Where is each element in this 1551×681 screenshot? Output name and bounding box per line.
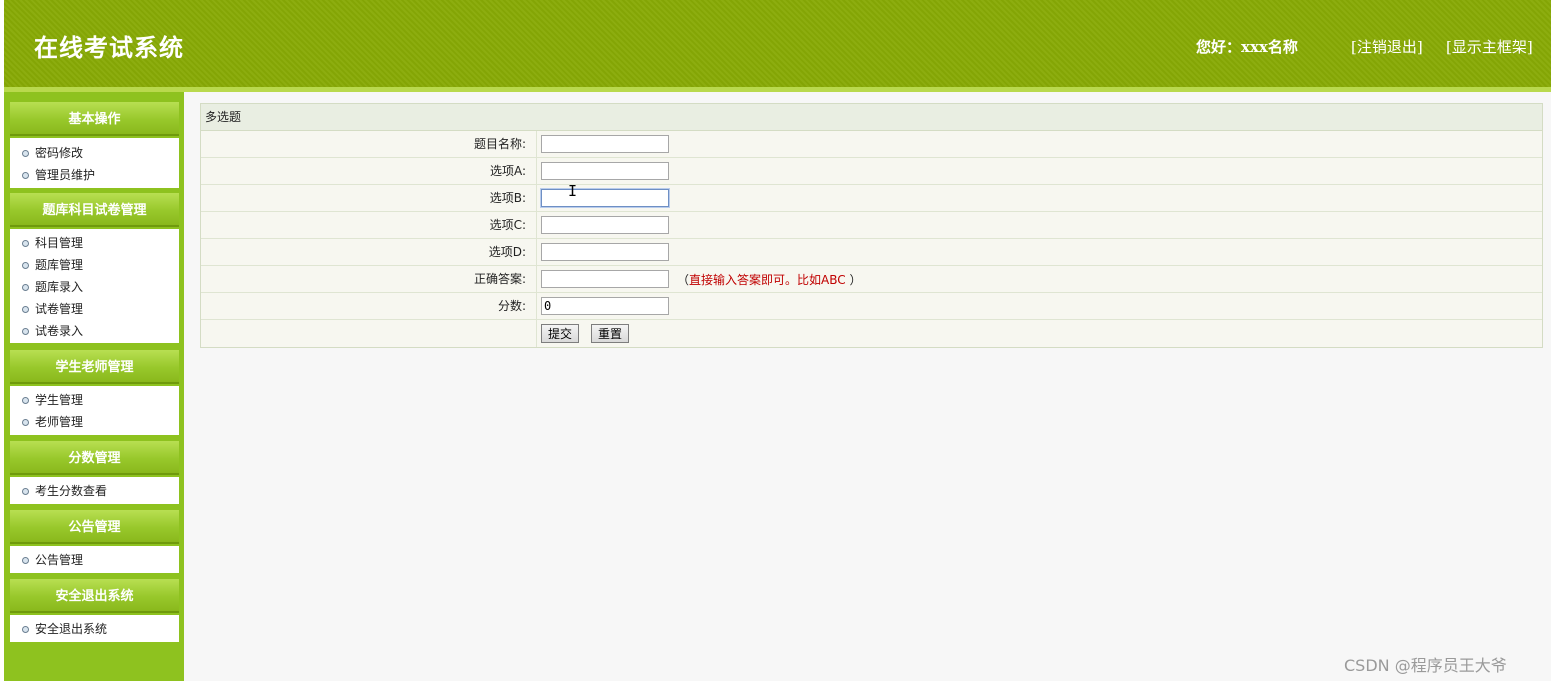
sidebar-group-question-bank-body: 科目管理 题库管理 题库录入 试卷管理 试卷录入 xyxy=(10,229,179,343)
bullet-icon xyxy=(22,172,29,179)
sidebar-item-teacher-management[interactable]: 老师管理 xyxy=(10,411,179,433)
greeting-text: 您好：xxx名称 xyxy=(1196,38,1298,56)
sidebar-item-label: 试卷管理 xyxy=(35,302,84,316)
bullet-icon xyxy=(22,240,29,247)
bullet-icon xyxy=(22,262,29,269)
bullet-icon xyxy=(22,328,29,335)
sidebar-item-label: 公告管理 xyxy=(35,553,84,567)
app-header: 在线考试系统 您好：xxx名称 [注销退出] [显示主框架] xyxy=(4,0,1551,87)
reset-button[interactable]: 重置 xyxy=(591,324,630,343)
sidebar: 基本操作 密码修改 管理员维护 题库科目试卷管理 科目管理 题库管理 题库录入 … xyxy=(4,92,184,681)
sidebar-group-basic[interactable]: 基本操作 xyxy=(10,102,179,136)
option-c-input[interactable] xyxy=(541,216,669,234)
correct-answer-input[interactable] xyxy=(541,270,669,288)
form-row-option-c: 选项C: xyxy=(201,212,1542,239)
sidebar-group-exit[interactable]: 安全退出系统 xyxy=(10,579,179,613)
question-form-panel: 多选题 题目名称: 选项A: 选项B: 选项C: 选项D: 正确答案: （直接输… xyxy=(200,103,1543,348)
sidebar-item-label: 题库管理 xyxy=(35,258,84,272)
bullet-icon xyxy=(22,626,29,633)
bullet-icon xyxy=(22,150,29,157)
sidebar-item-bank-entry[interactable]: 题库录入 xyxy=(10,276,179,298)
field-label-empty xyxy=(201,320,537,347)
form-row-option-a: 选项A: xyxy=(201,158,1542,185)
question-name-input[interactable] xyxy=(541,135,669,153)
bullet-icon xyxy=(22,397,29,404)
hint-text: 直接输入答案即可。比如ABC xyxy=(689,272,846,287)
score-input[interactable] xyxy=(541,297,669,315)
field-label: 选项B: xyxy=(201,185,537,211)
form-row-actions: 提交 重置 xyxy=(201,320,1542,347)
form-row-name: 题目名称: xyxy=(201,131,1542,158)
sidebar-item-student-management[interactable]: 学生管理 xyxy=(10,389,179,411)
sidebar-item-label: 安全退出系统 xyxy=(35,622,108,636)
bullet-icon xyxy=(22,557,29,564)
field-label: 选项D: xyxy=(201,239,537,265)
sidebar-group-notice-body: 公告管理 xyxy=(10,546,179,573)
sidebar-item-notice-management[interactable]: 公告管理 xyxy=(10,549,179,571)
watermark: CSDN @程序员王大爷 xyxy=(1344,656,1507,675)
sidebar-group-scores[interactable]: 分数管理 xyxy=(10,441,179,475)
submit-button[interactable]: 提交 xyxy=(541,324,580,343)
form-row-option-d: 选项D: xyxy=(201,239,1542,266)
sidebar-group-exit-body: 安全退出系统 xyxy=(10,615,179,642)
bullet-icon xyxy=(22,419,29,426)
sidebar-group-scores-body: 考生分数查看 xyxy=(10,477,179,504)
app-title: 在线考试系统 xyxy=(34,33,184,62)
sidebar-item-score-view[interactable]: 考生分数查看 xyxy=(10,480,179,502)
bullet-icon xyxy=(22,488,29,495)
sidebar-item-subject-management[interactable]: 科目管理 xyxy=(10,232,179,254)
option-d-input[interactable] xyxy=(541,243,669,261)
sidebar-item-paper-management[interactable]: 试卷管理 xyxy=(10,298,179,320)
sidebar-group-notice[interactable]: 公告管理 xyxy=(10,510,179,544)
hint-open-paren: （ xyxy=(677,272,690,287)
sidebar-item-label: 题库录入 xyxy=(35,280,84,294)
sidebar-group-student-teacher-body: 学生管理 老师管理 xyxy=(10,386,179,435)
field-label: 选项C: xyxy=(201,212,537,238)
hint-close-paren: ） xyxy=(849,272,862,287)
form-row-answer: 正确答案: （直接输入答案即可。比如ABC ） xyxy=(201,266,1542,293)
sidebar-item-label: 科目管理 xyxy=(35,236,84,250)
panel-title: 多选题 xyxy=(201,104,1542,131)
sidebar-group-student-teacher[interactable]: 学生老师管理 xyxy=(10,350,179,384)
option-b-input[interactable] xyxy=(541,189,669,207)
sidebar-item-paper-entry[interactable]: 试卷录入 xyxy=(10,320,179,342)
form-row-score: 分数: xyxy=(201,293,1542,320)
form-row-option-b: 选项B: xyxy=(201,185,1542,212)
sidebar-item-label: 学生管理 xyxy=(35,393,84,407)
main-content: 多选题 题目名称: 选项A: 选项B: 选项C: 选项D: 正确答案: （直接输… xyxy=(184,92,1551,681)
option-a-input[interactable] xyxy=(541,162,669,180)
bullet-icon xyxy=(22,284,29,291)
sidebar-item-label: 管理员维护 xyxy=(35,168,96,182)
sidebar-group-question-bank[interactable]: 题库科目试卷管理 xyxy=(10,193,179,227)
sidebar-item-label: 密码修改 xyxy=(35,146,84,160)
logout-link[interactable]: [注销退出] xyxy=(1351,36,1423,57)
sidebar-item-label: 考生分数查看 xyxy=(35,484,108,498)
sidebar-item-label: 试卷录入 xyxy=(35,324,84,338)
sidebar-group-basic-body: 密码修改 管理员维护 xyxy=(10,138,179,188)
show-main-frame-link[interactable]: [显示主框架] xyxy=(1446,36,1533,57)
sidebar-item-bank-management[interactable]: 题库管理 xyxy=(10,254,179,276)
bullet-icon xyxy=(22,306,29,313)
field-label: 分数: xyxy=(201,293,537,319)
sidebar-item-label: 老师管理 xyxy=(35,415,84,429)
field-label: 题目名称: xyxy=(201,131,537,157)
sidebar-item-admin-maintenance[interactable]: 管理员维护 xyxy=(10,164,179,186)
field-label: 选项A: xyxy=(201,158,537,184)
answer-hint: （直接输入答案即可。比如ABC ） xyxy=(677,271,861,288)
field-label: 正确答案: xyxy=(201,266,537,292)
sidebar-item-safe-exit[interactable]: 安全退出系统 xyxy=(10,618,179,640)
sidebar-item-change-password[interactable]: 密码修改 xyxy=(10,142,179,164)
